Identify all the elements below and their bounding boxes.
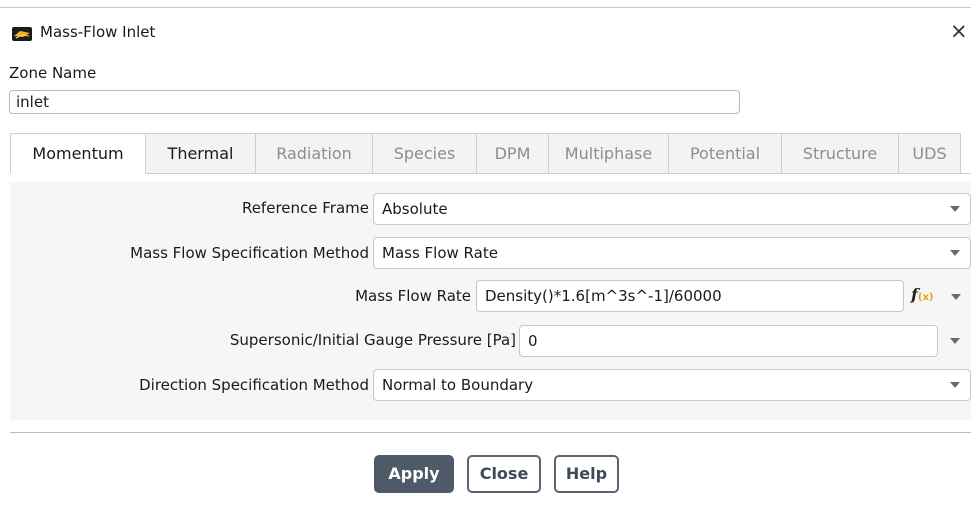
reference-frame-dropdown[interactable]: Absolute — [373, 193, 971, 225]
close-icon[interactable]: × — [950, 19, 968, 43]
tab-bar: Momentum Thermal Radiation Species DPM M… — [10, 133, 961, 174]
chevron-down-icon[interactable] — [950, 250, 960, 256]
chevron-down-icon[interactable] — [951, 294, 961, 300]
tab-thermal[interactable]: Thermal — [146, 133, 256, 174]
apply-button[interactable]: Apply — [374, 455, 454, 493]
tab-structure[interactable]: Structure — [782, 133, 899, 174]
reference-frame-label: Reference Frame — [241, 199, 369, 217]
gauge-pressure-value: 0 — [528, 332, 538, 350]
chevron-down-icon[interactable] — [950, 206, 960, 212]
mass-flow-method-value: Mass Flow Rate — [382, 244, 498, 262]
dialog-title: Mass-Flow Inlet — [40, 23, 156, 41]
tab-radiation[interactable]: Radiation — [256, 133, 373, 174]
dialog-titlebar: Mass-Flow Inlet × — [0, 8, 971, 56]
background-window-edge — [0, 0, 971, 8]
tab-dpm[interactable]: DPM — [477, 133, 549, 174]
tab-momentum[interactable]: Momentum — [10, 133, 146, 174]
zone-name-field[interactable]: inlet — [9, 90, 740, 114]
chevron-down-icon[interactable] — [950, 382, 960, 388]
chevron-down-icon[interactable] — [950, 338, 960, 344]
tab-potential[interactable]: Potential — [669, 133, 782, 174]
tab-species[interactable]: Species — [373, 133, 477, 174]
reference-frame-value: Absolute — [382, 200, 448, 218]
button-divider — [10, 432, 971, 433]
ansys-logo-icon — [12, 27, 32, 41]
help-button[interactable]: Help — [554, 455, 619, 493]
gauge-pressure-label: Supersonic/Initial Gauge Pressure [Pa] — [229, 331, 516, 349]
direction-method-value: Normal to Boundary — [382, 376, 534, 394]
mass-flow-rate-field[interactable]: Density()*1.6[m^3s^-1]/60000 — [476, 280, 904, 312]
tab-uds[interactable]: UDS — [899, 133, 961, 174]
mass-flow-method-dropdown[interactable]: Mass Flow Rate — [373, 237, 971, 269]
tab-divider — [146, 173, 971, 174]
mass-flow-rate-label: Mass Flow Rate — [355, 287, 471, 305]
fx-expression-icon[interactable]: f(x) — [911, 285, 933, 304]
mass-flow-rate-value: Density()*1.6[m^3s^-1]/60000 — [485, 287, 722, 305]
mass-flow-method-label: Mass Flow Specification Method — [130, 244, 369, 262]
zone-name-label: Zone Name — [9, 64, 97, 82]
direction-method-label: Direction Specification Method — [139, 376, 369, 394]
close-button[interactable]: Close — [467, 455, 541, 493]
tab-multiphase[interactable]: Multiphase — [549, 133, 669, 174]
gauge-pressure-field[interactable]: 0 — [519, 325, 938, 357]
direction-method-dropdown[interactable]: Normal to Boundary — [373, 369, 971, 401]
